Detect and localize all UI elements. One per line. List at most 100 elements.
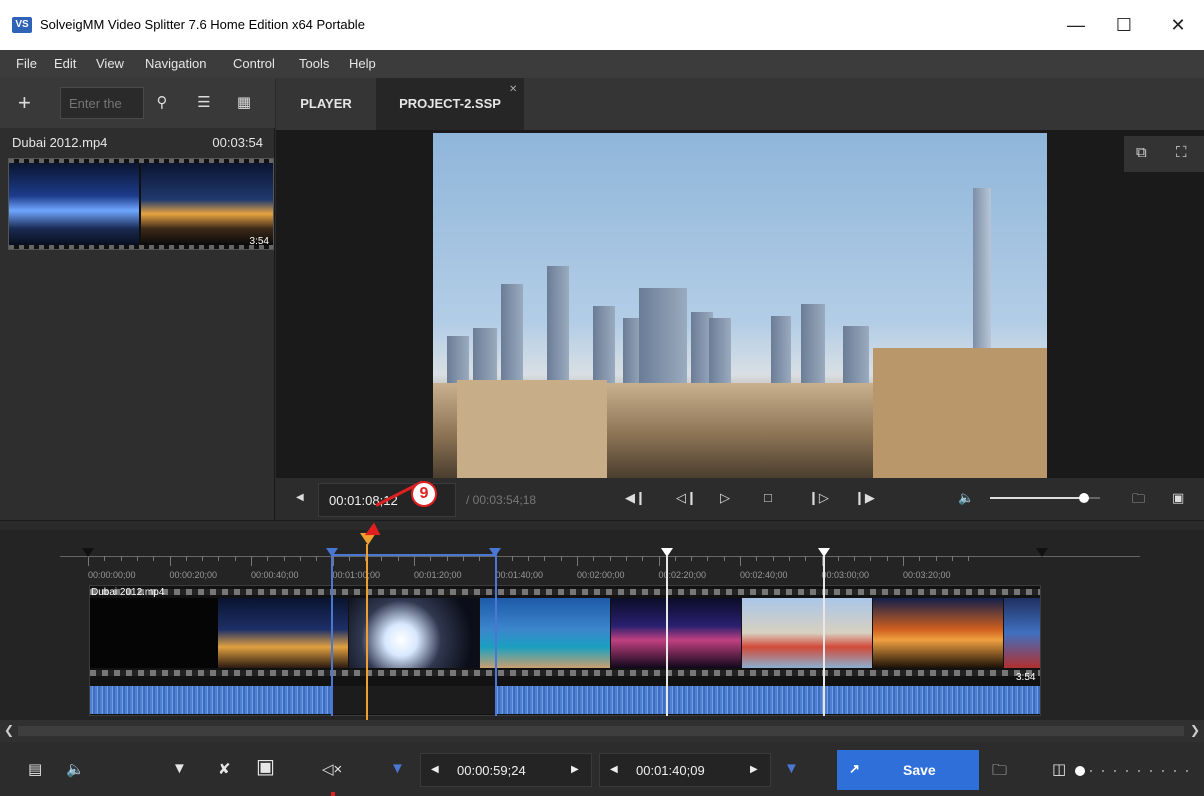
menu-control[interactable]: Control bbox=[233, 56, 275, 71]
mute-icon[interactable]: ◁× bbox=[322, 760, 342, 778]
out-marker-icon[interactable]: ▼ bbox=[784, 760, 799, 777]
ruler-major-tick bbox=[251, 556, 252, 566]
add-file-icon[interactable]: + bbox=[18, 90, 31, 116]
selection-start-line[interactable] bbox=[331, 550, 333, 716]
end-time-prev-icon[interactable]: ◀ bbox=[610, 764, 618, 775]
tab-project[interactable]: PROJECT-2.SSP bbox=[376, 78, 524, 130]
playhead-line[interactable] bbox=[366, 544, 368, 720]
ruler-minor-tick bbox=[348, 556, 350, 561]
output-folder-icon[interactable]: 🗀 bbox=[992, 760, 1007, 785]
ruler-minor-tick bbox=[283, 556, 285, 561]
selection-end-line[interactable] bbox=[495, 550, 497, 716]
ruler-minor-tick bbox=[560, 556, 562, 561]
audio-cut-region bbox=[332, 686, 495, 714]
save-button[interactable]: ↗ Save bbox=[837, 750, 979, 790]
audio-track-icon[interactable]: 🔈 bbox=[66, 760, 85, 778]
timeline-clip-title: Dubai 2012.mp4 bbox=[91, 587, 165, 598]
menu-view[interactable]: View bbox=[96, 56, 124, 71]
close-icon[interactable]: ✕ bbox=[1158, 10, 1198, 40]
start-time-prev-icon[interactable]: ◀ bbox=[431, 764, 439, 775]
start-marker-icon[interactable] bbox=[82, 548, 94, 557]
ruler-minor-tick bbox=[511, 556, 513, 561]
prev-frame-icon[interactable]: ◁❙ bbox=[676, 490, 697, 506]
ruler-minor-tick bbox=[919, 556, 921, 561]
timeline-scrollbar[interactable]: ❮ ❯ bbox=[0, 720, 1204, 742]
ruler-minor-tick bbox=[788, 556, 790, 561]
stop-icon[interactable]: □ bbox=[764, 490, 772, 505]
scroll-left-icon[interactable]: ❮ bbox=[4, 723, 14, 737]
in-marker-icon[interactable]: ▼ bbox=[390, 760, 405, 777]
end-time-field[interactable]: ◀ 00:01:40;09 ▶ bbox=[599, 753, 771, 787]
selection-end-marker-icon[interactable] bbox=[489, 548, 501, 557]
ruler-minor-tick bbox=[625, 556, 627, 561]
ruler-minor-tick bbox=[185, 556, 187, 561]
clip-frame bbox=[90, 598, 218, 668]
ruler-minor-tick bbox=[528, 556, 530, 561]
video-frame[interactable] bbox=[433, 133, 1047, 478]
ruler-minor-tick bbox=[381, 556, 383, 561]
volume-level bbox=[990, 497, 1084, 499]
ruler-minor-tick bbox=[854, 556, 856, 561]
ruler-minor-tick bbox=[772, 556, 774, 561]
menu-navigation[interactable]: Navigation bbox=[145, 56, 206, 71]
volume-slider[interactable] bbox=[990, 493, 1100, 503]
selection-start-marker-icon[interactable] bbox=[326, 548, 338, 557]
next-frame-icon[interactable]: ❙▷ bbox=[808, 490, 829, 506]
zoom-knob[interactable] bbox=[1075, 766, 1085, 776]
panel-splitter[interactable] bbox=[0, 520, 1204, 530]
tab-player[interactable]: PLAYER bbox=[276, 78, 376, 130]
crop-icon[interactable]: ⧉ bbox=[1136, 144, 1147, 161]
snapshot-icon[interactable]: ▣ bbox=[1172, 490, 1184, 506]
ruler-tick-label: 00:03:00;00 bbox=[821, 570, 870, 580]
preview-tools: ⧉ ⛶ bbox=[1124, 136, 1204, 172]
start-time-field[interactable]: ◀ 00:00:59;24 ▶ bbox=[420, 753, 592, 787]
zoom-slider[interactable] bbox=[1078, 770, 1198, 772]
list-view-icon[interactable]: ☰ bbox=[192, 91, 216, 115]
thumbnail-duration: 3:54 bbox=[249, 236, 269, 247]
grid-view-icon[interactable]: ▦ bbox=[232, 91, 256, 115]
callout-pointer bbox=[331, 792, 335, 796]
end-marker-icon[interactable] bbox=[1036, 548, 1048, 557]
scroll-track[interactable] bbox=[18, 726, 1184, 736]
selection-range[interactable] bbox=[332, 554, 497, 556]
end-time-value: 00:01:40;09 bbox=[636, 763, 705, 778]
library-clip-row[interactable]: Dubai 2012.mp4 00:03:54 bbox=[0, 128, 275, 156]
library-search-input[interactable] bbox=[60, 87, 144, 119]
end-time-next-icon[interactable]: ▶ bbox=[750, 764, 758, 775]
volume-icon[interactable]: 🔈 bbox=[958, 490, 974, 506]
delete-marker-icon[interactable]: ✘ bbox=[218, 760, 231, 778]
folder-icon[interactable]: 🗀 bbox=[1132, 490, 1145, 512]
menu-edit[interactable]: Edit bbox=[54, 56, 76, 71]
time-prev-arrow-icon[interactable]: ◀ bbox=[296, 492, 304, 503]
add-marker-icon[interactable]: ▼ bbox=[172, 760, 187, 777]
scroll-right-icon[interactable]: ❯ bbox=[1190, 723, 1200, 737]
tab-close-icon[interactable]: ✕ bbox=[509, 84, 517, 95]
zoom-icon[interactable]: ◫ bbox=[1052, 760, 1066, 778]
library-clip-thumbnail[interactable]: 3:54 bbox=[8, 158, 274, 250]
timeline-ruler[interactable]: 00:00:00;00 00:00:20;00 00:00:40;00 00:01:0… bbox=[60, 548, 1140, 584]
skyline-building bbox=[593, 306, 615, 388]
ruler-tick-label: 00:01:40;00 bbox=[495, 570, 544, 580]
title-bar: VS SolveigMM Video Splitter 7.6 Home Edi… bbox=[0, 0, 1204, 50]
film-icon[interactable]: ▤ bbox=[28, 760, 42, 778]
menu-file[interactable]: File bbox=[16, 56, 37, 71]
ruler-major-tick bbox=[88, 556, 89, 566]
menu-help[interactable]: Help bbox=[349, 56, 376, 71]
menu-bar: File Edit View Navigation Control Tools … bbox=[0, 50, 1204, 78]
ruler-minor-tick bbox=[593, 556, 595, 561]
ruler-tick-label: 00:01:00;00 bbox=[332, 570, 381, 580]
ruler-minor-tick bbox=[136, 556, 138, 561]
fullscreen-icon[interactable]: ⛶ bbox=[1176, 144, 1187, 161]
prev-keyframe-icon[interactable]: ◀❙ bbox=[625, 490, 646, 506]
menu-tools[interactable]: Tools bbox=[299, 56, 329, 71]
ruler-tick-label: 00:01:20;00 bbox=[414, 570, 462, 580]
marker-mode-icon[interactable]: ▣ bbox=[256, 754, 275, 779]
next-keyframe-icon[interactable]: ❙▶ bbox=[854, 490, 875, 506]
maximize-icon[interactable]: ☐ bbox=[1104, 10, 1144, 40]
volume-knob[interactable] bbox=[1078, 493, 1089, 503]
search-icon[interactable]: ⚲ bbox=[150, 91, 174, 115]
minimize-icon[interactable]: — bbox=[1056, 10, 1096, 40]
skyline-building bbox=[771, 316, 791, 388]
play-icon[interactable]: ▷ bbox=[720, 490, 730, 506]
start-time-next-icon[interactable]: ▶ bbox=[571, 764, 579, 775]
